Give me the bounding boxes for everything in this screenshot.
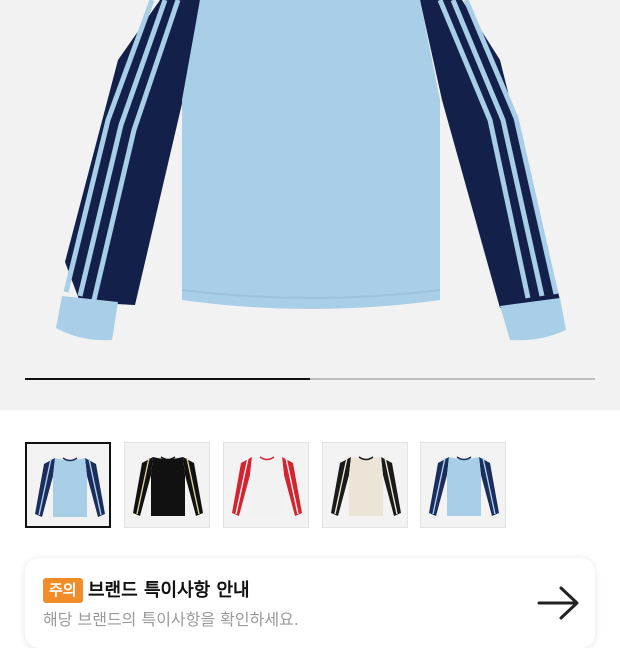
notice-title: 브랜드 특이사항 안내 — [88, 580, 250, 601]
thumbnail-cream-black[interactable] — [322, 442, 408, 528]
thumbnail-white-red[interactable] — [223, 442, 309, 528]
thumbnail-shirt-image — [429, 456, 499, 516]
thumbnail-light-blue[interactable] — [25, 442, 111, 528]
right-sleeve — [420, 0, 560, 308]
left-cuff — [56, 296, 118, 341]
shirt-body — [182, 0, 440, 309]
thumbnail-strip — [0, 442, 620, 528]
thumbnail-shirt-image — [331, 456, 401, 516]
image-gallery-progress — [25, 378, 595, 380]
caution-badge: 주의 — [43, 578, 83, 603]
thumbnail-blue-navy[interactable] — [420, 442, 506, 528]
product-image — [56, 0, 566, 341]
left-sleeve — [65, 0, 200, 305]
thumbnail-shirt-image — [133, 456, 203, 516]
arrow-right-icon[interactable] — [537, 585, 581, 621]
thumbnail-black[interactable] — [124, 442, 210, 528]
thumbnail-shirt-image — [232, 456, 302, 516]
notice-subtitle: 해당 브랜드의 특이사항을 확인하세요. — [43, 610, 299, 629]
progress-fill — [25, 378, 310, 380]
brand-notice-card[interactable]: 주의 브랜드 특이사항 안내 해당 브랜드의 특이사항을 확인하세요. — [25, 558, 595, 648]
thumbnail-shirt-image — [35, 457, 105, 517]
product-image-area[interactable] — [0, 0, 620, 410]
